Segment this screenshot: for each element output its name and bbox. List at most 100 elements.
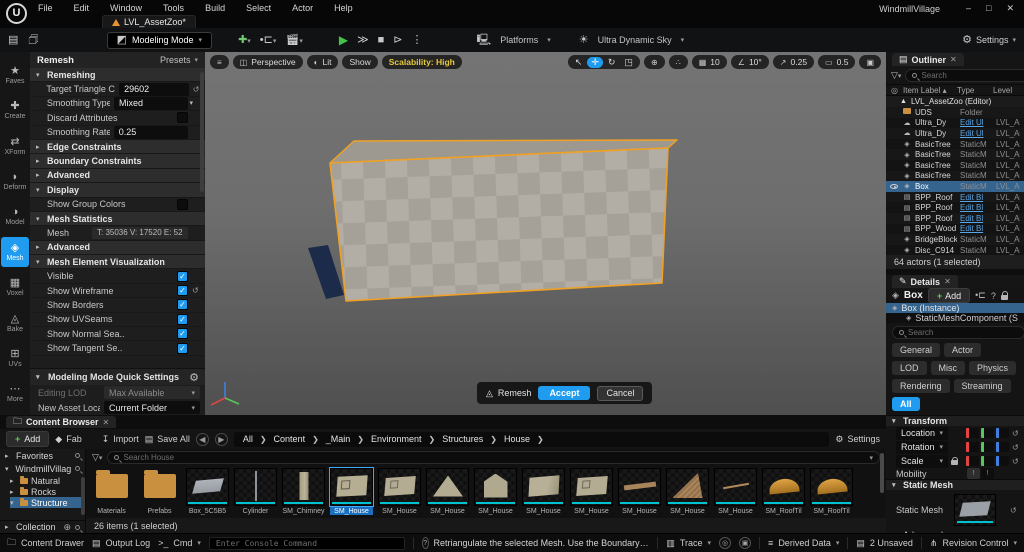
collection-row[interactable]: Collection ⊕ [0, 520, 85, 533]
add-actor-button[interactable]: ✚▾ [238, 34, 251, 46]
checkbox[interactable] [177, 313, 188, 325]
snapshot-icon[interactable]: ▣ [739, 537, 752, 549]
play-button[interactable]: ▶ [339, 34, 348, 46]
outliner-row[interactable]: BPP_Wood Edit Bl LVL_As [886, 223, 1024, 235]
outliner-search-input[interactable] [921, 71, 1024, 80]
asset-tile[interactable]: SM_House [570, 468, 613, 518]
filter-icon[interactable]: ▽▾ [92, 452, 102, 463]
presets-dropdown[interactable]: Presets ▾ [160, 55, 198, 65]
asset-tile[interactable]: SM_RoofTil [762, 468, 805, 518]
scale-tool[interactable]: ◳ [620, 57, 637, 68]
column-item-label[interactable]: Item Label ▴ [903, 86, 954, 95]
search-icon[interactable] [75, 524, 80, 530]
settings-dropdown[interactable]: Settings [976, 35, 1009, 45]
menu-item[interactable]: Tools [163, 3, 184, 13]
remesh-row[interactable]: Remeshing ▾ ↺ [30, 68, 205, 83]
actor-type[interactable]: Edit Bl [960, 203, 993, 212]
insights-icon[interactable]: ◎ [719, 537, 732, 549]
filter-chip[interactable]: Streaming [953, 379, 1011, 394]
tool-rail-item[interactable]: ◗ Deform [1, 166, 29, 196]
asset-tile[interactable]: Cylinder [234, 468, 277, 518]
outliner-row[interactable]: BasicTree StaticM LVL_As [886, 159, 1024, 171]
menu-item[interactable]: Help [334, 3, 353, 13]
remesh-row[interactable]: Mesh Statistics ▾ ↺ [30, 211, 205, 227]
tool-rail-item[interactable]: ◈ Mesh [1, 237, 29, 268]
remesh-row[interactable]: Advanced ▾ ↺ [30, 240, 205, 256]
outliner-search[interactable]: ▾ [905, 69, 1024, 82]
play-options-icon[interactable]: ⋮ [412, 34, 423, 46]
menu-item[interactable]: Window [110, 3, 142, 13]
source-control-icon[interactable]: 🗇︎ [28, 34, 38, 46]
eye-icon[interactable] [890, 183, 898, 189]
viewport-3d[interactable]: ≡ ◫ Perspective ◐ Lit Show Scalability: … [205, 52, 886, 415]
z-field[interactable] [996, 456, 1009, 467]
outliner-row[interactable]: Ultra_Dy Edit Ul LVL_As [886, 117, 1024, 129]
outliner-world-row[interactable]: ▲ LVL_AssetZoo (Editor) [886, 96, 1024, 107]
outliner-row[interactable]: Disc_C914 StaticM LVL_As [886, 244, 1024, 256]
close-icon[interactable]: ✕ [950, 55, 957, 64]
tool-rail-item[interactable]: ⋯ More [1, 379, 29, 409]
breadcrumb-item[interactable]: Environment [371, 434, 422, 444]
rotation-snap-control[interactable]: ∠ 10° [730, 55, 769, 69]
outliner-row[interactable]: Box StaticM LVL_As [886, 181, 1024, 192]
remesh-row[interactable]: Boundary Constraints ▾ ↺ [30, 154, 205, 169]
forward-button[interactable]: ▶ [214, 432, 228, 446]
transform-space-select[interactable]: Scale ▾ [896, 454, 948, 468]
checkbox[interactable] [177, 342, 188, 354]
gear-icon[interactable]: ⚙ [189, 371, 199, 384]
outliner-row[interactable]: BPP_Roof Edit Bl LVL_As [886, 202, 1024, 213]
asset-tile[interactable]: SM_House [474, 468, 517, 518]
cmd-dropdown[interactable]: >_ Cmd ▾ [158, 538, 201, 548]
asset-tile[interactable]: SM_House [666, 468, 709, 518]
actor-type[interactable]: Edit Ul [960, 129, 993, 138]
ultra-dynamic-sky-dropdown[interactable]: Ultra Dynamic Sky [598, 35, 672, 45]
tool-rail-item[interactable]: ◑ Model [1, 202, 29, 232]
tool-rail-item[interactable]: ✚ Create [1, 95, 29, 125]
help-icon[interactable]: ? [991, 291, 996, 301]
filter-chip[interactable]: LOD [892, 361, 927, 376]
transform-space-select[interactable]: Rotation ▾ [896, 440, 948, 454]
derived-data-dropdown[interactable]: ≡ Derived Data ▾ [768, 538, 839, 548]
x-field[interactable] [966, 456, 979, 467]
z-field[interactable] [996, 428, 1009, 439]
actor-type[interactable]: Edit Ul [960, 118, 993, 127]
launch-button[interactable]: ⊳ [393, 34, 402, 46]
property-value[interactable]: 0.25 [113, 125, 189, 139]
reset-icon[interactable]: ↺ [1010, 506, 1018, 515]
save-icon[interactable]: ▤ [8, 34, 18, 46]
outliner-row[interactable]: BridgeBlock StaticM LVL_As [886, 234, 1024, 245]
add-collection-icon[interactable]: ⊕ [63, 522, 71, 533]
outliner-row[interactable]: Ultra_Dy Edit Ul LVL_As [886, 128, 1024, 139]
remesh-row[interactable]: Display ▾ ↺ [30, 183, 205, 198]
world-local-toggle[interactable]: ⊕ [643, 55, 665, 69]
remesh-row[interactable]: Smoothing Type Mixed ▾ ↺ [30, 96, 205, 112]
remesh-row[interactable]: Visible ▾ ↺ [30, 269, 205, 284]
level-tab[interactable]: LVL_AssetZoo* [102, 15, 196, 28]
x-field[interactable] [966, 442, 979, 453]
reset-icon[interactable]: ↺ [1012, 457, 1020, 466]
add-component-button[interactable]: + Add [927, 288, 971, 304]
fab-button[interactable]: ◆ Fab [55, 434, 81, 445]
actor-type[interactable]: StaticM [960, 246, 993, 255]
close-icon[interactable]: ✕ [103, 418, 110, 427]
unreal-logo-icon[interactable]: U [6, 3, 27, 24]
frame-skip-button[interactable]: ≫ [357, 34, 369, 46]
viewport-menu-button[interactable]: ≡ [210, 55, 229, 69]
checkbox[interactable] [177, 328, 188, 340]
remesh-row[interactable]: Edge Constraints ▾ ↺ [30, 139, 205, 155]
breadcrumb-item[interactable]: All [243, 434, 253, 444]
mobility-movable[interactable]: ! [981, 468, 994, 480]
cancel-button[interactable]: Cancel [597, 385, 644, 401]
asset-tile[interactable]: Box_5C5B5 [186, 468, 229, 518]
details-search[interactable] [892, 326, 1024, 340]
tool-rail-item[interactable]: ⇄ XForm [1, 131, 29, 161]
y-field[interactable] [981, 428, 994, 439]
y-field[interactable] [981, 442, 994, 453]
checkbox[interactable] [177, 112, 188, 124]
checkbox[interactable] [177, 198, 188, 210]
details-tab[interactable]: ✎ Details ✕ [892, 275, 958, 289]
move-tool[interactable]: ✛ [587, 56, 603, 68]
asset-tile[interactable]: SM_House [378, 468, 421, 518]
remesh-row[interactable]: Show Group Colors ▾ ↺ [30, 197, 205, 212]
component-row[interactable]: ◈ StaticMeshComponent (StaticM [886, 313, 1024, 324]
